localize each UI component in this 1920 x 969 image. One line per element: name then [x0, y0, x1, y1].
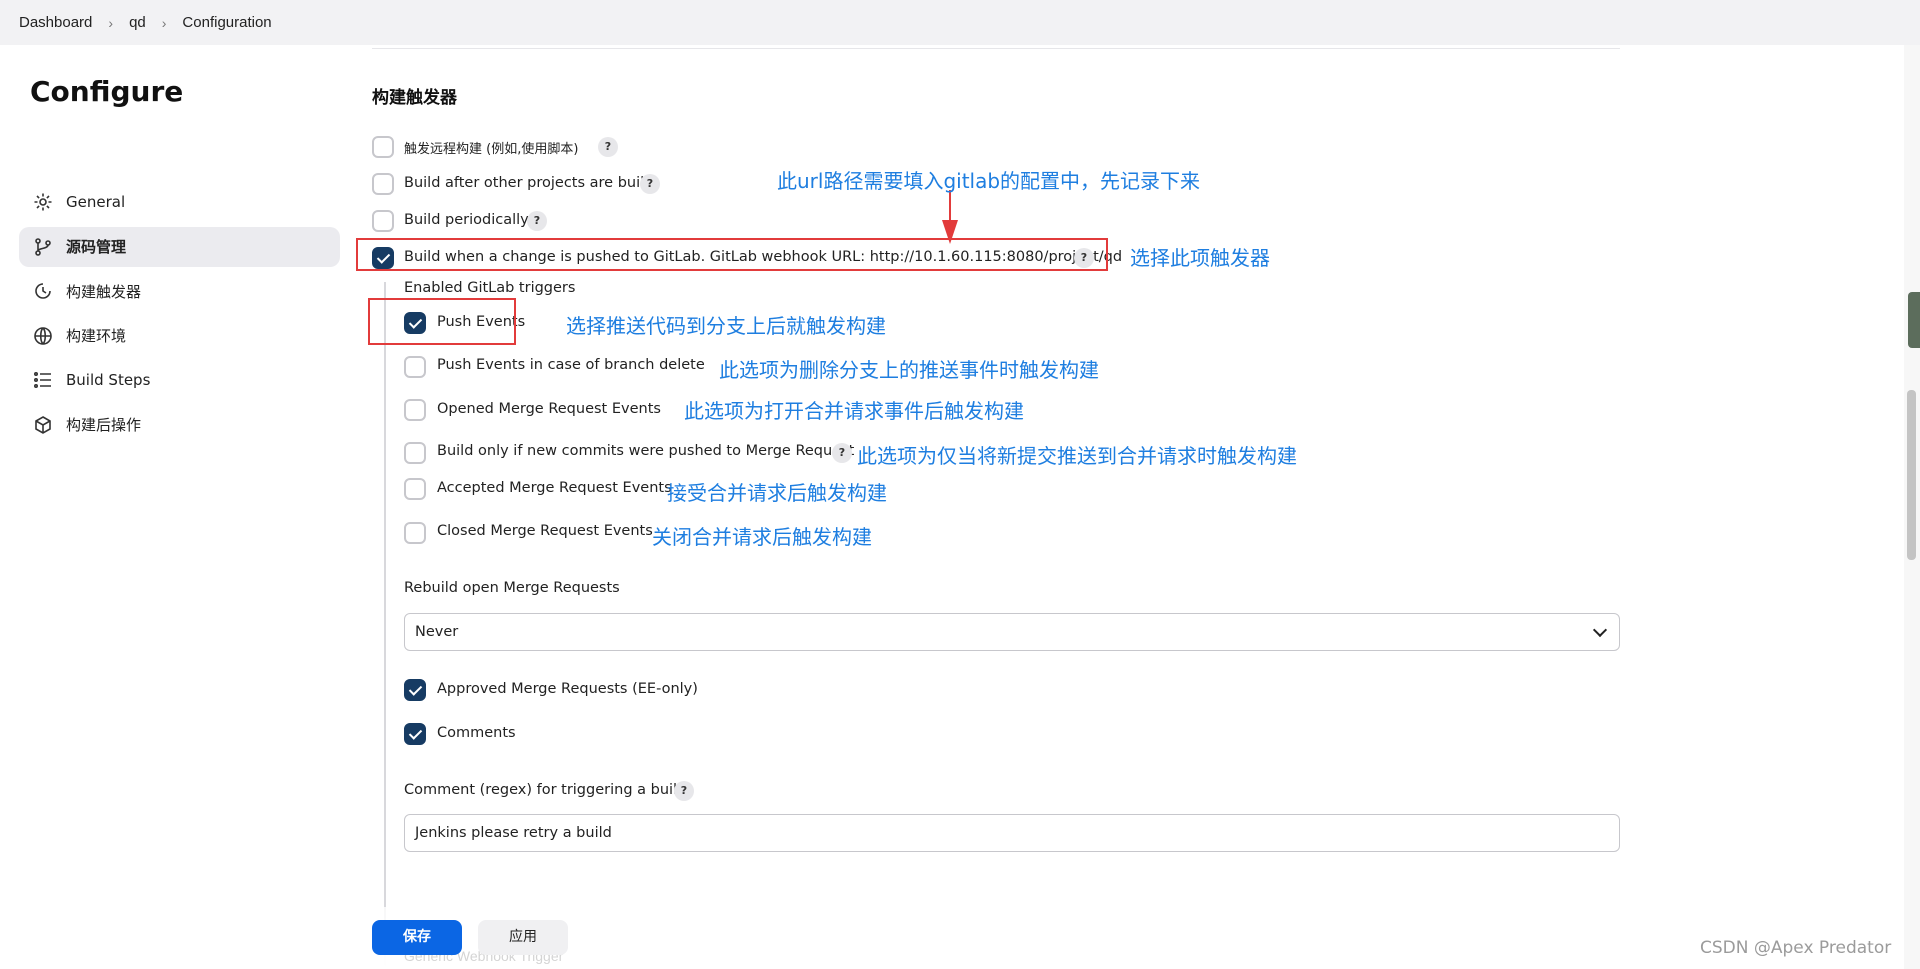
new-commits-mr-checkbox[interactable] — [404, 442, 426, 464]
watermark: CSDN @Apex Predator — [1700, 938, 1892, 958]
help-icon[interactable]: ? — [674, 781, 694, 801]
annotation-branch-delete: 此选项为删除分支上的推送事件时触发构建 — [719, 358, 1099, 382]
sidebar-item-label: 构建环境 — [66, 327, 127, 345]
globe-icon — [32, 325, 54, 347]
scrollbar-thumb[interactable] — [1907, 390, 1916, 560]
breadcrumb-separator-icon: › — [161, 14, 167, 31]
closed-mr-label: Closed Merge Request Events — [437, 523, 653, 539]
annotation-opened-mr: 此选项为打开合并请求事件后触发构建 — [684, 399, 1024, 423]
sidebar-item-post-build[interactable]: 构建后操作 — [19, 405, 340, 445]
sidebar-item-label: 源码管理 — [66, 238, 127, 256]
sidebar-item-build-steps[interactable]: Build Steps — [19, 360, 340, 400]
sidebar-item-label: 构建后操作 — [66, 416, 142, 434]
help-icon[interactable]: ? — [640, 174, 660, 194]
side-panel-handle[interactable] — [1908, 292, 1920, 348]
sidebar: Configure General 源码管理 构建触发器 构建环境 Build … — [0, 45, 350, 969]
annotation-closed-mr: 关闭合并请求后触发构建 — [652, 525, 872, 549]
help-icon[interactable]: ? — [527, 211, 547, 231]
help-icon[interactable]: ? — [832, 443, 852, 463]
annotation-new-commits-mr: 此选项为仅当将新提交推送到合并请求时触发构建 — [857, 444, 1297, 468]
breadcrumb-project[interactable]: qd — [129, 14, 146, 31]
arrow-annotation-icon — [942, 190, 958, 244]
list-icon — [32, 369, 54, 391]
breadcrumb-dashboard[interactable]: Dashboard — [19, 14, 92, 31]
comment-regex-input[interactable]: Jenkins please retry a build — [404, 814, 1620, 852]
sidebar-item-label: 构建触发器 — [66, 282, 142, 301]
approved-mr-checkbox[interactable] — [404, 679, 426, 701]
push-branch-delete-checkbox[interactable] — [404, 356, 426, 378]
clock-icon — [32, 280, 54, 302]
divider — [372, 48, 1620, 49]
breadcrumb: Dashboard › qd › Configuration — [0, 0, 1920, 45]
rebuild-open-mr-label: Rebuild open Merge Requests — [404, 580, 620, 596]
save-button[interactable]: 保存 — [372, 920, 462, 955]
apply-button[interactable]: 应用 — [478, 920, 568, 955]
comments-label: Comments — [437, 725, 516, 741]
highlight-box-push-events — [368, 298, 516, 345]
annotation-push-events: 选择推送代码到分支上后就触发构建 — [566, 314, 886, 338]
closed-mr-checkbox[interactable] — [404, 522, 426, 544]
new-commits-mr-label: Build only if new commits were pushed to… — [437, 443, 855, 459]
push-branch-delete-label: Push Events in case of branch delete — [437, 357, 705, 373]
approved-mr-label: Approved Merge Requests (EE-only) — [437, 681, 698, 697]
accepted-mr-label: Accepted Merge Request Events — [437, 480, 672, 496]
chevron-down-icon — [1592, 622, 1608, 638]
rebuild-open-mr-select[interactable]: Never — [404, 613, 1620, 651]
build-periodically-label: Build periodically — [404, 212, 529, 228]
nested-options-rail — [384, 282, 386, 969]
opened-mr-checkbox[interactable] — [404, 399, 426, 421]
sidebar-item-source-control[interactable]: 源码管理 — [19, 226, 340, 267]
trigger-remote-label: 触发远程构建 (例如,使用脚本) — [404, 142, 579, 157]
section-title: 构建触发器 — [372, 88, 457, 108]
build-periodically-checkbox[interactable] — [372, 210, 394, 232]
sidebar-item-label: General — [66, 193, 126, 211]
gear-icon — [32, 191, 54, 213]
help-icon[interactable]: ? — [598, 137, 618, 157]
cube-icon — [32, 414, 54, 436]
sidebar-item-label: Build Steps — [66, 371, 151, 389]
opened-mr-label: Opened Merge Request Events — [437, 401, 661, 417]
comment-regex-label: Comment (regex) for triggering a build — [404, 782, 687, 798]
comments-checkbox[interactable] — [404, 723, 426, 745]
rebuild-open-mr-value: Never — [415, 624, 459, 640]
build-after-label: Build after other projects are built — [404, 175, 650, 191]
branch-icon — [32, 236, 54, 258]
highlight-box-gitlab-trigger — [356, 238, 1108, 271]
sidebar-item-build-environment[interactable]: 构建环境 — [19, 316, 340, 356]
annotation-url-note: 此url路径需要填入gitlab的配置中，先记录下来 — [777, 169, 1201, 193]
breadcrumb-separator-icon: › — [108, 14, 114, 31]
sidebar-item-build-triggers[interactable]: 构建触发器 — [19, 271, 340, 311]
trigger-remote-checkbox[interactable] — [372, 136, 394, 158]
page-title: Configure — [30, 75, 184, 108]
breadcrumb-configuration[interactable]: Configuration — [182, 14, 271, 31]
sidebar-nav: General 源码管理 构建触发器 构建环境 Build Steps 构建后操… — [19, 182, 340, 449]
accepted-mr-checkbox[interactable] — [404, 478, 426, 500]
gitlab-triggers-heading: Enabled GitLab triggers — [404, 280, 576, 296]
sidebar-item-general[interactable]: General — [19, 182, 340, 222]
comment-regex-value: Jenkins please retry a build — [415, 825, 612, 841]
annotation-select-trigger: 选择此项触发器 — [1130, 246, 1270, 270]
build-after-checkbox[interactable] — [372, 173, 394, 195]
annotation-accepted-mr: 接受合并请求后触发构建 — [667, 481, 887, 505]
